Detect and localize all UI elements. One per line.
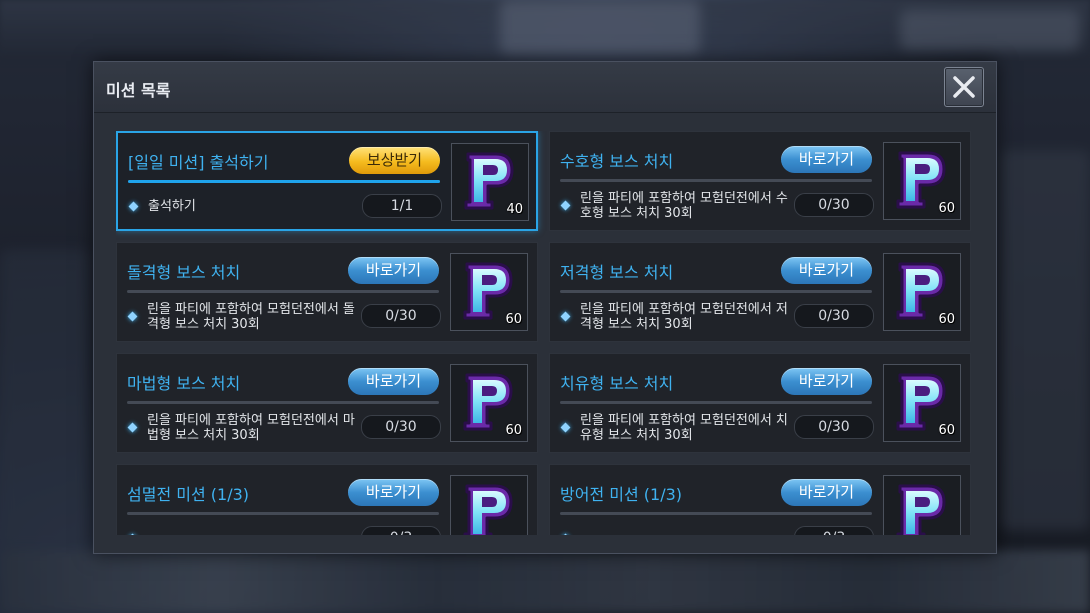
mission-progress-count: 0/30	[794, 415, 874, 439]
mission-card: 저격형 보스 처치 바로가기 린을 파티에 포함하여 모험던전에서 저격형 보스…	[549, 242, 971, 342]
mission-progress-count: 1/1	[362, 194, 442, 218]
reward-slot[interactable]: 60	[883, 253, 961, 331]
mission-progress-bar	[128, 180, 440, 183]
mission-progress-count: 0/30	[361, 304, 441, 328]
mission-action-button[interactable]: 바로가기	[348, 257, 439, 284]
mission-progress-bar	[127, 401, 439, 404]
p-point-icon	[896, 484, 946, 535]
diamond-bullet-icon	[127, 311, 138, 322]
reward-quantity: 60	[938, 312, 955, 327]
mission-action-button[interactable]: 바로가기	[348, 368, 439, 395]
mission-card: [일일 미션] 출석하기 보상받기 출석하기 1/1 40	[116, 131, 538, 231]
mission-description: 출석하기	[148, 199, 196, 214]
mission-progress-bar	[560, 290, 872, 293]
mission-list-dialog: 미션 목록 [일일 미션] 출석하기 보상받기 출석하기 1/1 40 수호형 …	[93, 61, 997, 554]
mission-title: 마법형 보스 처치	[127, 374, 241, 393]
mission-card: 치유형 보스 처치 바로가기 린을 파티에 포함하여 모험던전에서 치유형 보스…	[549, 353, 971, 453]
mission-card: 마법형 보스 처치 바로가기 린을 파티에 포함하여 모험던전에서 마법형 보스…	[116, 353, 538, 453]
mission-progress-fill	[128, 180, 440, 183]
mission-progress-count: 0/30	[794, 304, 874, 328]
reward-quantity: 40	[506, 202, 523, 217]
reward-quantity: 60	[938, 423, 955, 438]
diamond-bullet-icon	[128, 201, 139, 212]
dialog-title: 미션 목록	[106, 81, 171, 100]
mission-title: 방어전 미션 (1/3)	[560, 485, 683, 504]
mission-title: 치유형 보스 처치	[560, 374, 674, 393]
mission-action-button[interactable]: 바로가기	[781, 368, 872, 395]
mission-action-button[interactable]: 보상받기	[349, 147, 440, 174]
diamond-bullet-icon	[560, 422, 571, 433]
mission-title: 섬멸전 미션 (1/3)	[127, 485, 250, 504]
diamond-bullet-icon	[127, 422, 138, 433]
mission-progress-bar	[560, 512, 872, 515]
reward-slot[interactable]: 60	[450, 364, 528, 442]
mission-action-button[interactable]: 바로가기	[348, 479, 439, 506]
mission-title: 수호형 보스 처치	[560, 152, 674, 171]
diamond-bullet-icon	[560, 311, 571, 322]
mission-progress-bar	[127, 512, 439, 515]
mission-progress-count: 0/3	[361, 526, 441, 535]
mission-title: [일일 미션] 출석하기	[128, 153, 269, 172]
dialog-header: 미션 목록	[94, 62, 996, 113]
reward-slot[interactable]: 60	[883, 142, 961, 220]
mission-progress-count: 0/30	[361, 415, 441, 439]
reward-slot[interactable]	[883, 475, 961, 535]
mission-title: 돌격형 보스 처치	[127, 263, 241, 282]
reward-slot[interactable]: 40	[451, 143, 529, 221]
mission-title: 저격형 보스 처치	[560, 263, 674, 282]
mission-card: 섬멸전 미션 (1/3) 바로가기 0/3	[116, 464, 538, 535]
mission-action-button[interactable]: 바로가기	[781, 257, 872, 284]
mission-description: 린을 파티에 포함하여 모험던전에서 저격형 보스 처치 30회	[580, 302, 788, 332]
mission-description: 린을 파티에 포함하여 모험던전에서 수호형 보스 처치 30회	[580, 191, 788, 221]
mission-card: 수호형 보스 처치 바로가기 린을 파티에 포함하여 모험던전에서 수호형 보스…	[549, 131, 971, 231]
mission-action-button[interactable]: 바로가기	[781, 479, 872, 506]
reward-quantity: 60	[938, 201, 955, 216]
mission-action-button[interactable]: 바로가기	[781, 146, 872, 173]
diamond-bullet-icon	[127, 533, 138, 535]
close-button[interactable]	[944, 67, 984, 107]
reward-slot[interactable]: 60	[883, 364, 961, 442]
p-point-icon	[463, 484, 513, 535]
mission-description: 린을 파티에 포함하여 모험던전에서 치유형 보스 처치 30회	[580, 413, 788, 443]
mission-list[interactable]: [일일 미션] 출석하기 보상받기 출석하기 1/1 40 수호형 보스 처치 …	[116, 131, 974, 535]
mission-description: 린을 파티에 포함하여 모험던전에서 마법형 보스 처치 30회	[147, 413, 355, 443]
close-icon	[953, 76, 975, 98]
mission-description: 린을 파티에 포함하여 모험던전에서 돌격형 보스 처치 30회	[147, 302, 355, 332]
mission-progress-bar	[560, 401, 872, 404]
mission-progress-bar	[560, 179, 872, 182]
mission-progress-count: 0/3	[794, 526, 874, 535]
reward-quantity: 60	[505, 312, 522, 327]
mission-progress-count: 0/30	[794, 193, 874, 217]
diamond-bullet-icon	[560, 200, 571, 211]
reward-quantity: 60	[505, 423, 522, 438]
reward-slot[interactable]	[450, 475, 528, 535]
mission-card: 돌격형 보스 처치 바로가기 린을 파티에 포함하여 모험던전에서 돌격형 보스…	[116, 242, 538, 342]
mission-card: 방어전 미션 (1/3) 바로가기 0/3	[549, 464, 971, 535]
reward-slot[interactable]: 60	[450, 253, 528, 331]
diamond-bullet-icon	[560, 533, 571, 535]
mission-progress-bar	[127, 290, 439, 293]
